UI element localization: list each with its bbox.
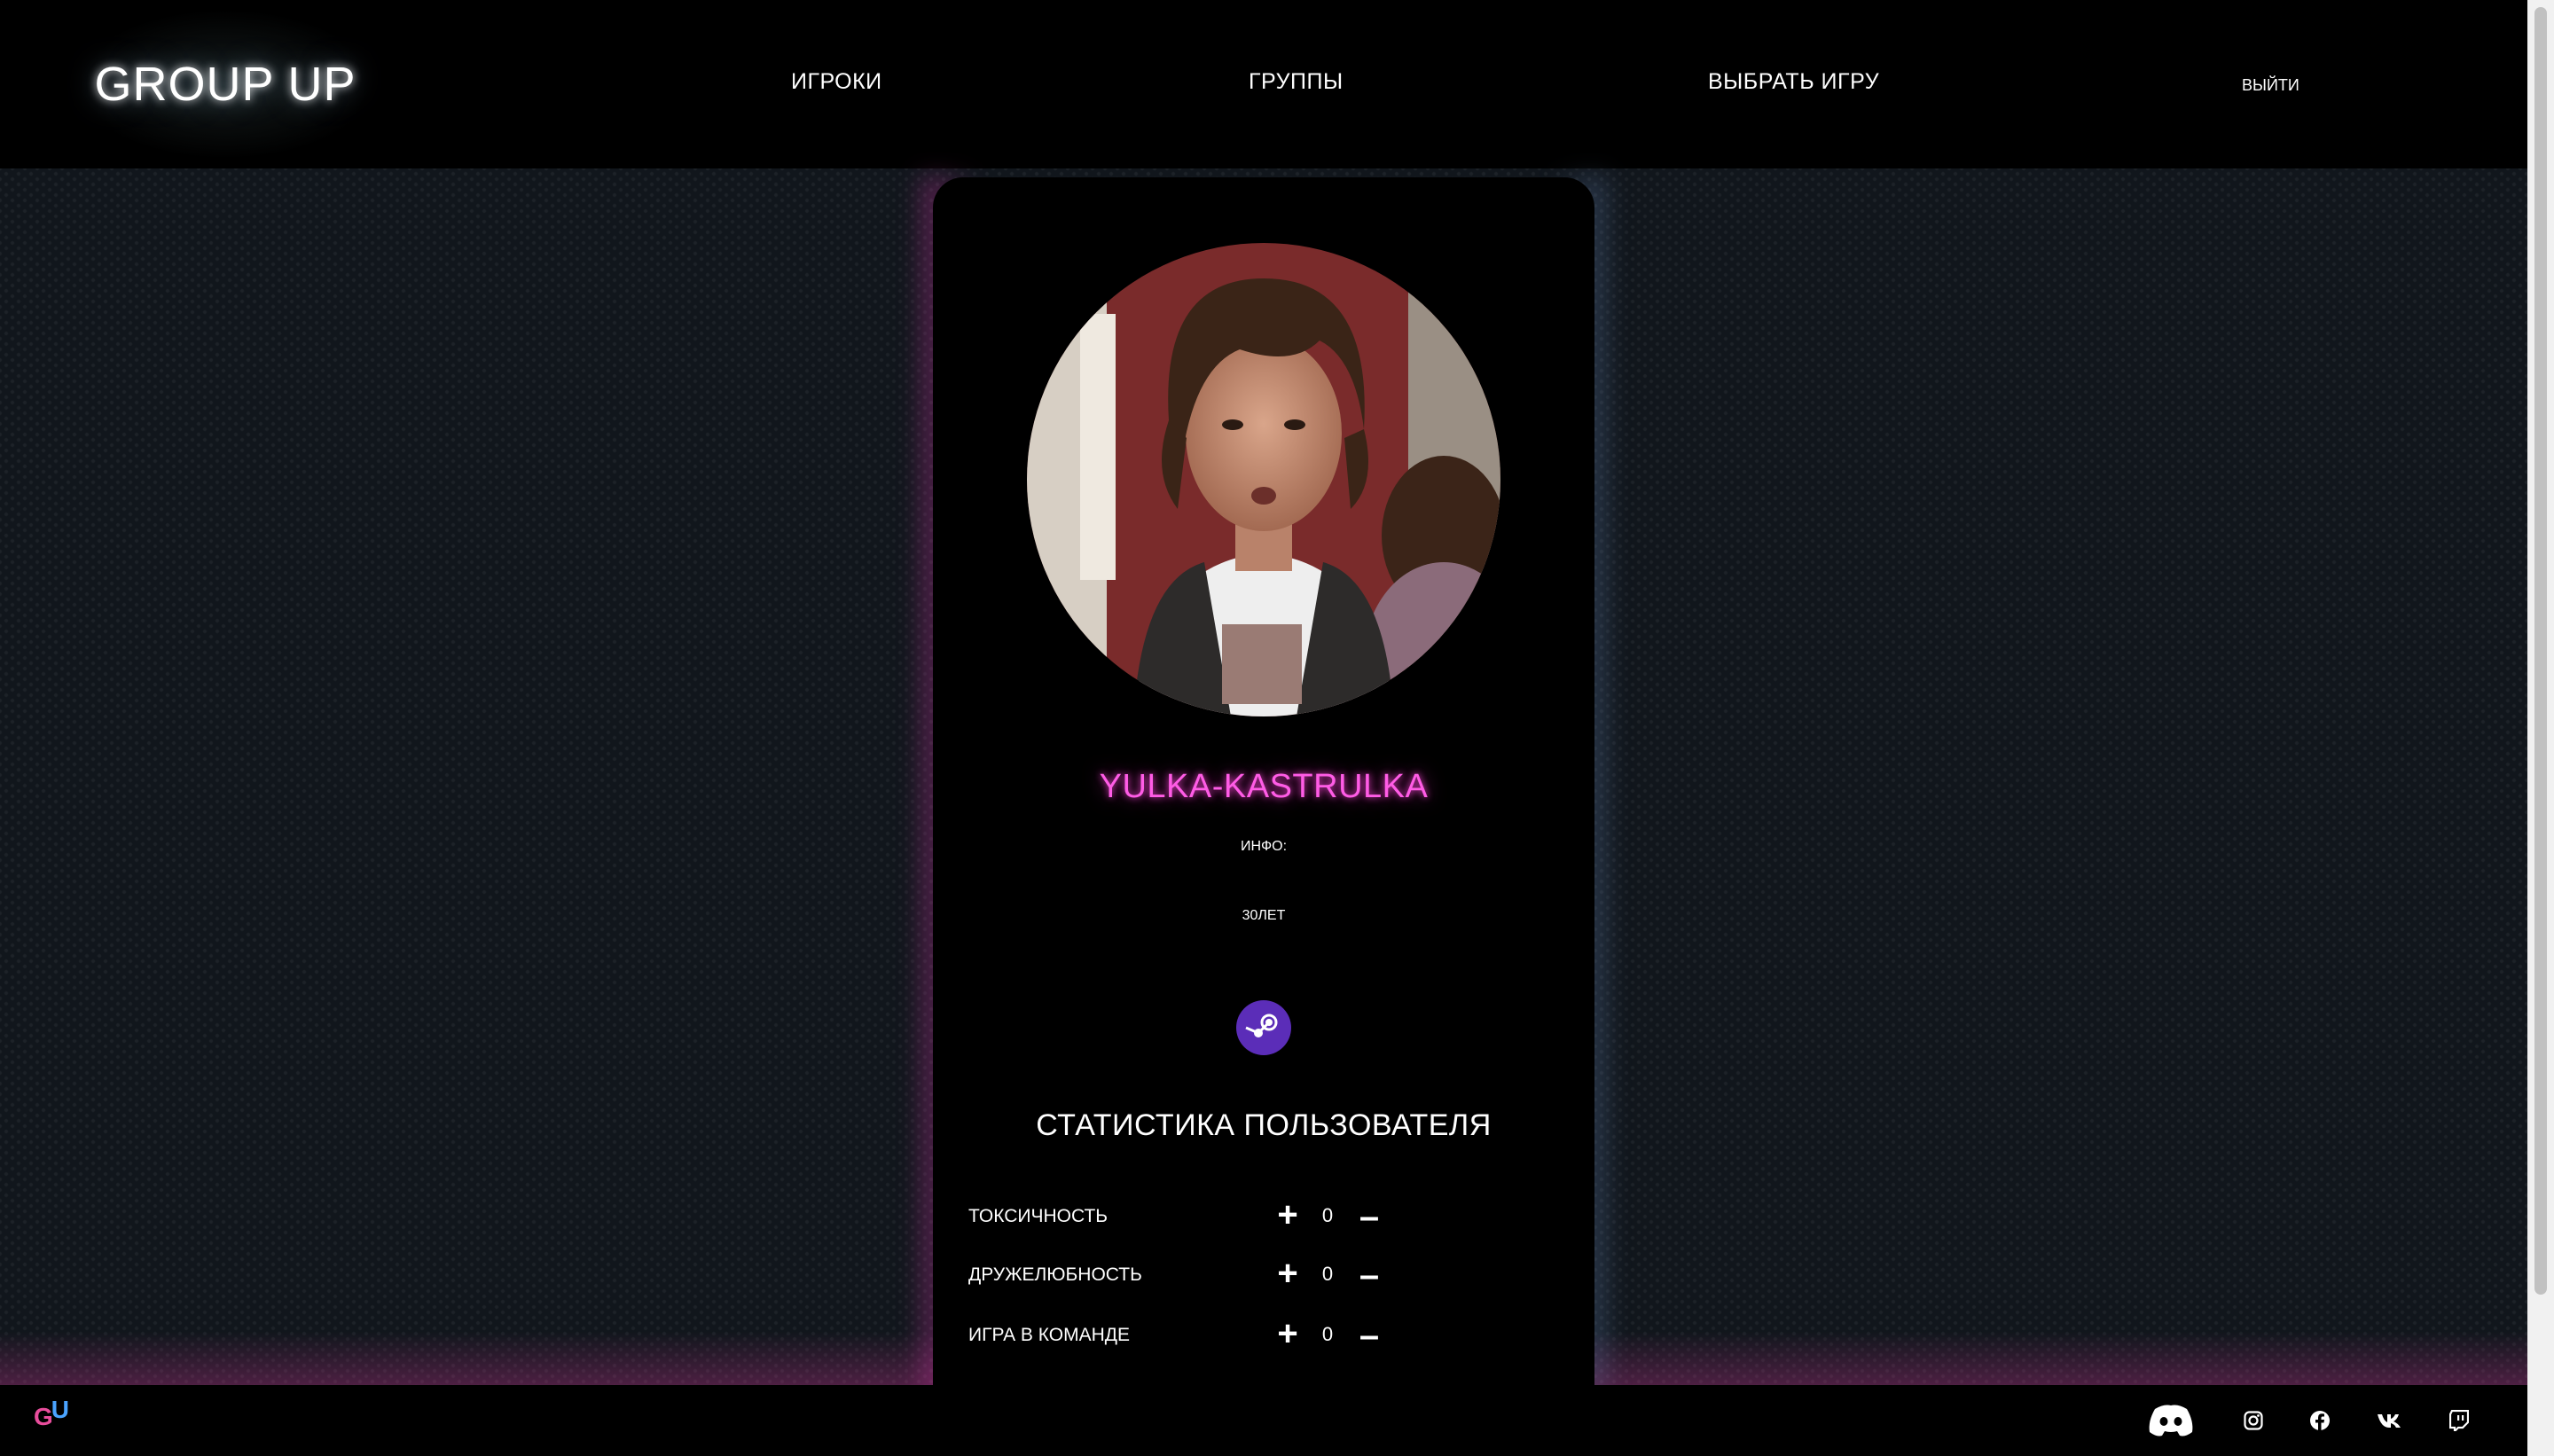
steam-link[interactable] bbox=[1236, 1000, 1291, 1055]
instagram-icon bbox=[2244, 1411, 2263, 1430]
logout-link[interactable]: ВЫЙТИ bbox=[2242, 76, 2299, 95]
stat-plus-button[interactable]: + bbox=[1270, 1316, 1305, 1351]
instagram-link[interactable] bbox=[2244, 1405, 2263, 1436]
profile-username: YULKA-KASTRULKA bbox=[1099, 768, 1429, 805]
facebook-link[interactable] bbox=[2309, 1405, 2331, 1436]
footer-logo-g: G bbox=[34, 1403, 53, 1430]
twitch-link[interactable] bbox=[2449, 1405, 2469, 1436]
page-scrollbar[interactable] bbox=[2527, 0, 2554, 1456]
top-navbar: GROUP UP ИГРОКИ ГРУППЫ ВЫБРАТЬ ИГРУ ВЫЙТ… bbox=[0, 0, 2527, 168]
stat-plus-button[interactable]: + bbox=[1270, 1197, 1305, 1233]
info-label: ИНФО: bbox=[1240, 839, 1288, 854]
discord-icon bbox=[2149, 1405, 2193, 1436]
facebook-icon bbox=[2310, 1411, 2330, 1431]
profile-age: 30ЛЕТ bbox=[1242, 908, 1286, 923]
app-root: GROUP UP ИГРОКИ ГРУППЫ ВЫБРАТЬ ИГРУ ВЫЙТ… bbox=[0, 0, 2554, 1456]
steam-icon bbox=[1245, 1014, 1278, 1037]
twitch-icon bbox=[2449, 1410, 2469, 1431]
vk-link[interactable] bbox=[2377, 1405, 2403, 1436]
stat-minus-button[interactable]: – bbox=[1351, 1318, 1387, 1353]
site-logo[interactable]: GROUP UP bbox=[74, 9, 376, 160]
stat-plus-button[interactable]: + bbox=[1270, 1256, 1305, 1291]
stat-label: ДРУЖЕЛЮБНОСТЬ bbox=[968, 1264, 1142, 1285]
stats-title: СТАТИСТИКА ПОЛЬЗОВАТЕЛЯ bbox=[1036, 1108, 1492, 1142]
stat-minus-button[interactable]: – bbox=[1351, 1199, 1387, 1234]
discord-link[interactable] bbox=[2148, 1405, 2194, 1436]
stat-value: 0 bbox=[1321, 1263, 1334, 1285]
footer-logo-u: U bbox=[51, 1396, 69, 1423]
stat-row-teamplay: ИГРА В КОМАНДЕ + 0 – bbox=[968, 1316, 1500, 1355]
stat-row-toxicity: ТОКСИЧНОСТЬ + 0 – bbox=[968, 1197, 1500, 1236]
footer: GU bbox=[0, 1385, 2527, 1456]
scrollbar-thumb[interactable] bbox=[2534, 7, 2547, 1295]
stat-label: ИГРА В КОМАНДЕ bbox=[968, 1325, 1130, 1345]
footer-logo[interactable]: GU bbox=[34, 1396, 69, 1431]
stat-value: 0 bbox=[1321, 1204, 1334, 1226]
nav-players[interactable]: ИГРОКИ bbox=[791, 69, 882, 95]
nav-choose-game[interactable]: ВЫБРАТЬ ИГРУ bbox=[1708, 69, 1879, 95]
stat-minus-button[interactable]: – bbox=[1351, 1257, 1387, 1293]
nav-groups[interactable]: ГРУППЫ bbox=[1249, 69, 1344, 95]
stat-label: ТОКСИЧНОСТЬ bbox=[968, 1206, 1109, 1226]
stat-row-friendliness: ДРУЖЕЛЮБНОСТЬ + 0 – bbox=[968, 1256, 1500, 1295]
vk-icon bbox=[2378, 1414, 2401, 1428]
user-avatar bbox=[1027, 243, 1500, 716]
stat-value: 0 bbox=[1321, 1323, 1334, 1345]
